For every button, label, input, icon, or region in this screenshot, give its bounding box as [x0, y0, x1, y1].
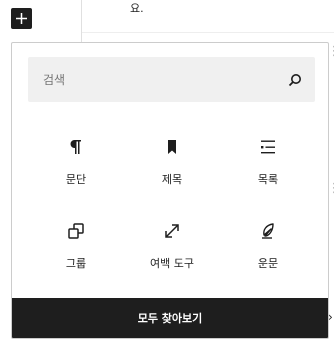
paragraph-icon [64, 135, 88, 159]
block-grid: 문단 제목 목록 그룹 여백 도구 운문 [28, 117, 316, 285]
block-inserter-popover: 문단 제목 목록 [11, 42, 329, 339]
block-label: 문단 [65, 173, 87, 186]
block-item-paragraph[interactable]: 문단 [28, 117, 124, 201]
resize-icon [160, 219, 184, 243]
block-label: 운문 [257, 257, 279, 270]
block-label: 제목 [161, 173, 183, 186]
paragraph-text[interactable]: 요. [130, 0, 144, 16]
browse-all-button[interactable]: 모두 찾아보기 [12, 298, 328, 338]
block-item-group[interactable]: 그룹 [28, 201, 124, 285]
list-icon [256, 135, 280, 159]
editor-divider [82, 32, 334, 33]
block-label: 목록 [257, 173, 279, 186]
block-item-heading[interactable]: 제목 [124, 117, 220, 201]
block-item-verse[interactable]: 운문 [220, 201, 316, 285]
feather-icon [256, 219, 280, 243]
block-item-list[interactable]: 목록 [220, 117, 316, 201]
search-icon[interactable] [275, 57, 315, 102]
block-label: 그룹 [65, 257, 87, 270]
inserter-toggle-button[interactable] [11, 8, 32, 29]
group-icon [64, 219, 88, 243]
plus-icon [16, 13, 27, 24]
block-item-spacer[interactable]: 여백 도구 [124, 201, 220, 285]
bookmark-icon [160, 135, 184, 159]
block-label: 여백 도구 [150, 257, 194, 270]
search-box [28, 57, 315, 102]
search-input[interactable] [28, 57, 275, 102]
